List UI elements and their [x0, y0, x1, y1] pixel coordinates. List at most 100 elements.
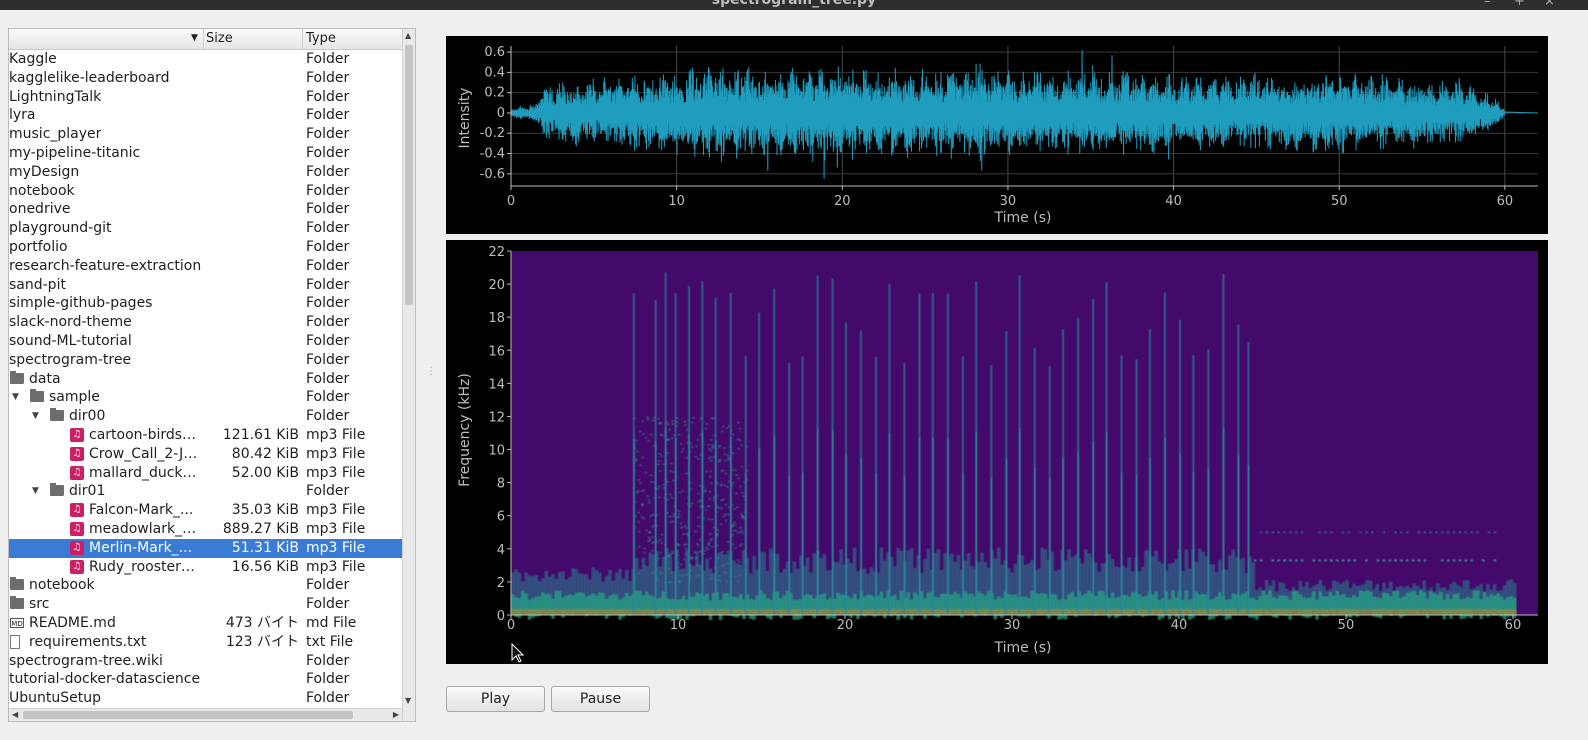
energy-cell — [1449, 609, 1453, 615]
expand-arrow-icon[interactable]: ▼ — [32, 407, 39, 426]
vertical-scrollbar[interactable]: ▲ ▼ — [402, 29, 415, 721]
energy-cell — [561, 609, 565, 615]
energy-cell — [554, 590, 559, 611]
tree-row[interactable]: ♫ Rudy_rooster_... 16.56 KiB mp3 File — [9, 558, 402, 577]
energy-cell — [743, 550, 747, 552]
play-button[interactable]: Play — [446, 686, 545, 712]
sort-indicator-icon[interactable]: ▼ — [191, 33, 198, 43]
tree-row[interactable]: kagglelike-leaderboard Folder — [9, 69, 402, 88]
horizontal-scrollbar[interactable]: ◀ ▶ — [9, 708, 402, 721]
scroll-down-icon[interactable]: ▼ — [405, 696, 411, 705]
energy-cell — [1228, 609, 1232, 615]
audio-file-icon: ♫ — [70, 446, 84, 461]
energy-cell — [1197, 609, 1202, 615]
tree-row[interactable]: lyra Folder — [9, 106, 402, 125]
energy-cell — [716, 544, 719, 547]
energy-cell — [1482, 609, 1487, 615]
tree-row[interactable]: data Folder — [9, 370, 402, 389]
header-separator[interactable] — [203, 29, 204, 49]
tree-row[interactable]: myDesign Folder — [9, 163, 402, 182]
tree-row[interactable]: LightningTalk Folder — [9, 88, 402, 107]
tree-row[interactable]: playground-git Folder — [9, 219, 402, 238]
splitter-handle[interactable]: ⋮ — [426, 366, 436, 377]
row-type: Folder — [306, 201, 350, 218]
energy-cell — [696, 439, 699, 441]
vertical-scroll-thumb[interactable] — [405, 45, 413, 305]
energy-cell — [996, 609, 1001, 615]
energy-cell — [1124, 609, 1128, 615]
tree-row[interactable]: sound-ML-tutorial Folder — [9, 332, 402, 351]
row-name: LightningTalk — [9, 88, 102, 105]
energy-cell — [1218, 592, 1222, 612]
tree-row[interactable]: spectrogram-tree.wiki Folder — [9, 652, 402, 671]
row-name: research-feature-extraction — [9, 257, 202, 274]
energy-cell — [1482, 592, 1487, 613]
expand-arrow-icon[interactable]: ▼ — [32, 482, 39, 501]
energy-cell — [729, 445, 732, 448]
tree-row[interactable]: MD README.md 473 バイト md File — [9, 614, 402, 633]
header-size[interactable]: Size — [206, 31, 233, 46]
audio-file-icon: ♫ — [70, 521, 84, 536]
tree-row[interactable]: music_player Folder — [9, 125, 402, 144]
tree-row[interactable]: ♫ meadowlark_d... 889.27 KiB mp3 File — [9, 520, 402, 539]
energy-cell — [741, 492, 744, 494]
scroll-right-icon[interactable]: ▶ — [393, 710, 399, 719]
pause-button[interactable]: Pause — [551, 686, 650, 712]
y-tick-label: 2 — [497, 576, 505, 591]
row-name: lyra — [9, 107, 36, 124]
tree-row[interactable]: spectrogram-tree Folder — [9, 351, 402, 370]
energy-cell — [734, 575, 737, 578]
tree-row[interactable]: my-pipeline-titanic Folder — [9, 144, 402, 163]
energy-cell — [636, 492, 639, 494]
minimize-icon[interactable]: – — [1484, 0, 1491, 9]
energy-cell — [720, 470, 724, 473]
tree-row[interactable]: slack-nord-theme Folder — [9, 313, 402, 332]
tree-row[interactable]: Kaggle Folder — [9, 50, 402, 69]
scroll-up-icon[interactable]: ▲ — [405, 31, 411, 40]
tree-row[interactable]: notebook Folder — [9, 182, 402, 201]
energy-cell — [688, 564, 691, 567]
energy-cell — [728, 506, 731, 508]
tree-row[interactable]: tutorial-docker-datascience Folder — [9, 670, 402, 689]
tree-row[interactable]: ▼ dir01 Folder — [9, 482, 402, 501]
tree-row[interactable]: ▼ sample Folder — [9, 388, 402, 407]
tree-row[interactable]: portfolio Folder — [9, 238, 402, 257]
energy-cell — [696, 564, 700, 567]
tree-row[interactable]: onedrive Folder — [9, 200, 402, 219]
tree-row[interactable]: research-feature-extraction Folder — [9, 257, 402, 276]
maximize-icon[interactable]: + — [1514, 0, 1525, 9]
header-separator[interactable] — [302, 29, 303, 49]
tree-row[interactable]: notebook Folder — [9, 576, 402, 595]
tree-row[interactable]: simple-github-pages Folder — [9, 294, 402, 313]
tree-row[interactable]: UbuntuSetup Folder — [9, 689, 402, 708]
energy-cell — [725, 427, 729, 429]
scroll-left-icon[interactable]: ◀ — [12, 710, 18, 719]
y-tick-label: 16 — [488, 344, 505, 359]
header-type[interactable]: Type — [306, 31, 336, 46]
tree-row[interactable]: src Folder — [9, 595, 402, 614]
tree-row[interactable]: ♫ mallard_duck_... 52.00 KiB mp3 File — [9, 464, 402, 483]
energy-cell — [527, 609, 532, 615]
tree-row[interactable]: ♫ Merlin-Mark_... 51.31 KiB mp3 File — [9, 538, 402, 558]
y-tick-label: -0.2 — [480, 126, 505, 141]
row-name: dir01 — [69, 483, 106, 500]
energy-cell — [652, 513, 655, 516]
y-tick-label: 14 — [488, 377, 505, 392]
tree-row[interactable]: ♫ Falcon-Mark_... 35.03 KiB mp3 File — [9, 501, 402, 520]
call-streak — [817, 428, 819, 615]
tree-row[interactable]: ♫ cartoon-birds-... 121.61 KiB mp3 File — [9, 426, 402, 445]
tree-row[interactable]: ▼ dir00 Folder — [9, 407, 402, 426]
energy-cell — [678, 574, 681, 577]
call-streak — [773, 435, 776, 615]
tree-row[interactable]: ♫ Crow_Call_2-Ji... 80.42 KiB mp3 File — [9, 445, 402, 464]
energy-cell — [1462, 598, 1467, 619]
energy-cell — [738, 574, 742, 577]
energy-cell — [708, 498, 712, 500]
horizontal-scroll-thumb[interactable] — [23, 711, 353, 719]
tree-row[interactable]: requirements.txt 123 バイト txt File — [9, 633, 402, 652]
close-icon[interactable]: × — [1544, 0, 1555, 9]
energy-cell — [939, 609, 944, 615]
expand-arrow-icon[interactable]: ▼ — [12, 388, 19, 407]
file-tree[interactable]: ▼ Size Type Kaggle Folder kagglelike-leade… — [8, 28, 416, 722]
tree-row[interactable]: sand-pit Folder — [9, 276, 402, 295]
